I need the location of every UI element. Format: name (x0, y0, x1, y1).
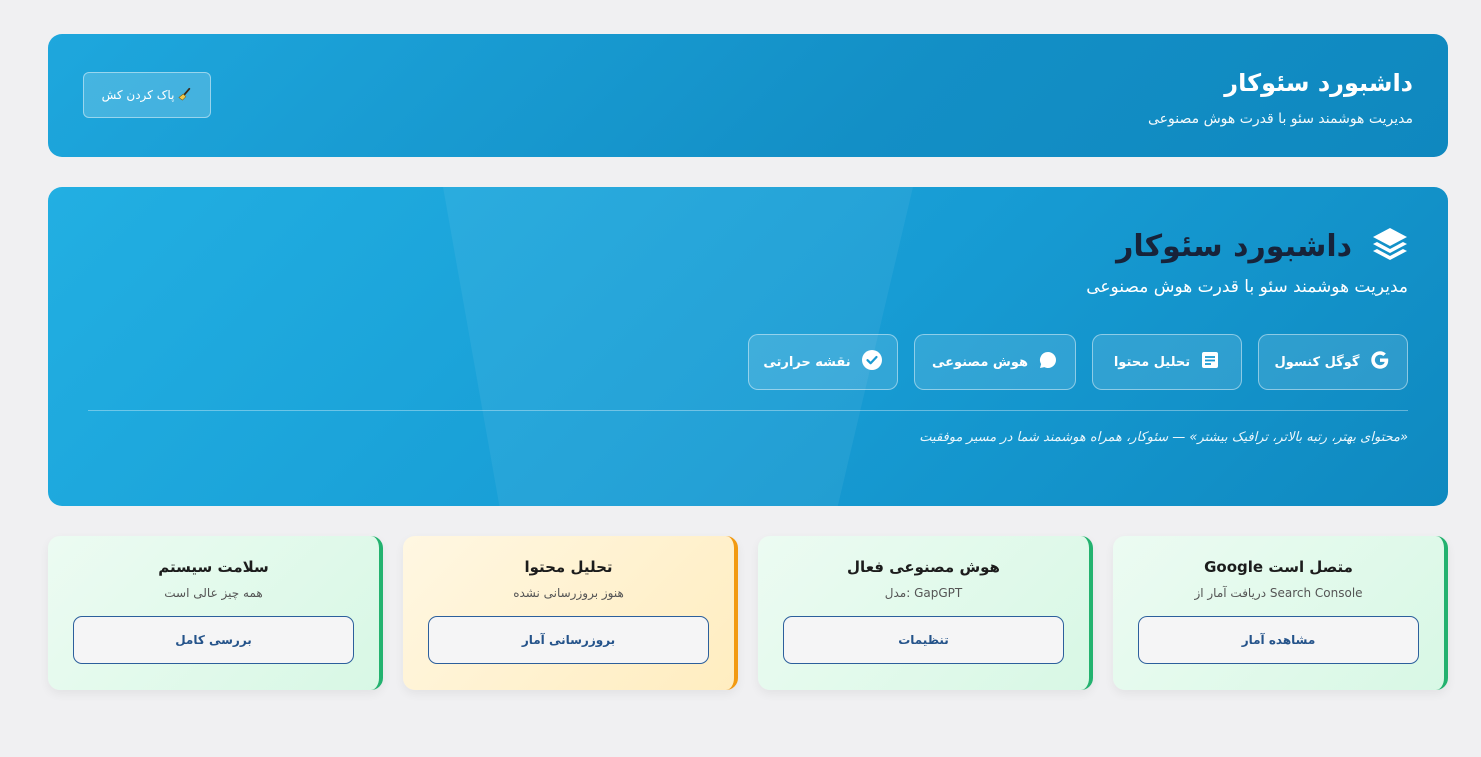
card-description: هنوز بروزرسانی نشده (513, 586, 624, 600)
content-analysis-button[interactable]: تحلیل محتوا (1092, 334, 1242, 390)
clear-cache-label: پاک کردن کش (101, 88, 175, 102)
ai-button[interactable]: هوش مصنوعی (914, 334, 1076, 390)
hero-subtitle: مدیریت هوشمند سئو با قدرت هوش مصنوعی (1086, 277, 1408, 297)
header-title: داشبورد سئوکار (1224, 69, 1413, 97)
heatmap-button[interactable]: نقشه حرارتی (748, 334, 898, 390)
status-cards: Google متصل است دریافت آمار از Search Co… (48, 536, 1448, 690)
view-stats-button[interactable]: مشاهده آمار (1138, 616, 1419, 664)
layers-icon (1372, 227, 1408, 265)
status-card-health: سلامت سیستم همه چیز عالی است بررسی کامل (48, 536, 383, 690)
dashboard-header: داشبورد سئوکار مدیریت هوشمند سئو با قدرت… (48, 34, 1448, 157)
status-card-content: تحلیل محتوا هنوز بروزرسانی نشده بروزرسان… (403, 536, 738, 690)
google-icon (1369, 349, 1391, 375)
settings-button[interactable]: تنظیمات (783, 616, 1064, 664)
ai-label: هوش مصنوعی (932, 354, 1028, 370)
hero-quote: «محتوای بهتر، رتبه بالاتر، ترافیک بیشتر»… (919, 430, 1408, 445)
status-card-google: Google متصل است دریافت آمار از Search Co… (1113, 536, 1448, 690)
card-description: دریافت آمار از Search Console (1194, 586, 1363, 600)
card-title: هوش مصنوعی فعال (847, 558, 1000, 576)
header-subtitle: مدیریت هوشمند سئو با قدرت هوش مصنوعی (1148, 111, 1413, 127)
hero-title: داشبورد سئوکار (1116, 228, 1352, 264)
google-console-label: گوگل کنسول (1274, 354, 1360, 370)
status-card-ai: هوش مصنوعی فعال مدل: GapGPT تنظیمات (758, 536, 1093, 690)
card-title: سلامت سیستم (158, 558, 269, 576)
hero-heading: داشبورد سئوکار (1116, 227, 1408, 265)
hero-banner: داشبورد سئوکار مدیریت هوشمند سئو با قدرت… (48, 187, 1448, 506)
card-title: تحلیل محتوا (524, 558, 613, 576)
card-description: مدل: GapGPT (884, 586, 963, 600)
hero-divider (88, 410, 1408, 411)
google-console-button[interactable]: گوگل کنسول (1258, 334, 1408, 390)
hero-buttons: گوگل کنسول تحلیل محتوا هوش مصنوعی نقشه ح… (748, 334, 1408, 390)
clear-cache-button[interactable]: پاک کردن کش (83, 72, 211, 118)
full-check-button[interactable]: بررسی کامل (73, 616, 354, 664)
broom-icon (178, 87, 192, 104)
update-stats-button[interactable]: بروزرسانی آمار (428, 616, 709, 664)
chat-bubble-icon (1038, 350, 1058, 374)
check-circle-icon (861, 349, 883, 375)
document-icon (1200, 350, 1220, 374)
heatmap-label: نقشه حرارتی (763, 354, 851, 370)
card-description: همه چیز عالی است (164, 586, 263, 600)
content-analysis-label: تحلیل محتوا (1113, 354, 1191, 370)
card-title: Google متصل است (1204, 558, 1353, 576)
